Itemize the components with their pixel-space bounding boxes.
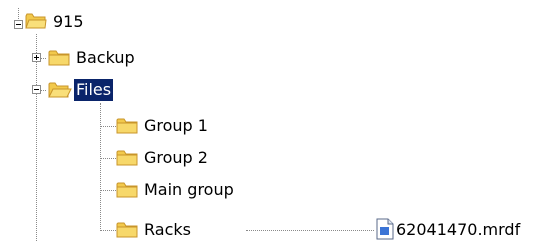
tree-item-main-group[interactable]: Main group [142,179,236,201]
tree-item-racks[interactable]: Racks [142,219,193,241]
tree-item-group-1[interactable]: Group 1 [142,115,210,137]
collapse-toggle-915[interactable] [14,20,23,29]
folder-icon [116,118,138,134]
tree-line [100,190,116,191]
tree-line [100,230,116,231]
folder-icon [116,182,138,198]
tree-line [100,158,116,159]
tree-item-files[interactable]: Files [74,79,114,101]
expand-toggle-backup[interactable] [32,53,41,62]
folder-icon [116,150,138,166]
tree-item-group-2[interactable]: Group 2 [142,147,210,169]
folder-open-icon [25,13,47,29]
folder-open-icon [48,82,72,98]
folder-icon [48,50,70,66]
tree-line [36,34,37,241]
folder-icon [116,222,138,238]
tree-line [100,103,101,231]
document-icon [376,218,394,240]
tree-item-backup[interactable]: Backup [74,47,137,69]
tree-line [246,230,374,231]
tree-item-915[interactable]: 915 [51,11,86,33]
collapse-toggle-files[interactable] [32,85,41,94]
tree-item-62041470-mrdf[interactable]: 62041470.mrdf [394,219,522,241]
tree-line [100,126,116,127]
